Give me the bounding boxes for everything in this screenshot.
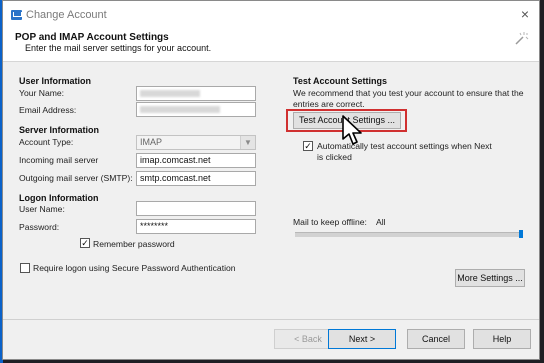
- change-account-dialog: Change Account × POP and IMAP Account Se…: [2, 0, 540, 360]
- spa-label: Require logon using Secure Password Auth…: [33, 263, 236, 273]
- outlook-mail-icon: [11, 10, 22, 20]
- offline-slider-thumb[interactable]: [519, 230, 523, 238]
- test-settings-heading: Test Account Settings: [293, 76, 388, 86]
- auto-test-label-line2: is clicked: [317, 152, 352, 162]
- auto-test-checkbox[interactable]: ✓: [303, 141, 313, 151]
- redacted-text: [140, 106, 220, 113]
- offline-value: All: [376, 217, 386, 227]
- logon-info-heading: Logon Information: [19, 193, 99, 203]
- password-label: Password:: [19, 222, 60, 232]
- test-description-line1: We recommend that you test your account …: [293, 88, 524, 98]
- close-button[interactable]: ×: [521, 7, 529, 21]
- next-button[interactable]: Next >: [328, 329, 396, 349]
- email-label: Email Address:: [19, 105, 77, 115]
- chevron-down-icon: ▼: [240, 136, 255, 149]
- account-type-label: Account Type:: [19, 137, 74, 147]
- account-type-select[interactable]: IMAP ▼: [136, 135, 256, 150]
- offline-slider[interactable]: [295, 232, 523, 237]
- more-settings-button[interactable]: More Settings ...: [455, 269, 525, 287]
- outgoing-server-field[interactable]: smtp.comcast.net: [136, 171, 256, 186]
- email-field[interactable]: [136, 102, 256, 117]
- incoming-server-label: Incoming mail server: [19, 155, 99, 165]
- dialog-header: POP and IMAP Account Settings Enter the …: [3, 29, 539, 62]
- mouse-pointer-icon: [341, 115, 365, 149]
- remember-password-checkbox[interactable]: ✓: [80, 238, 90, 248]
- title-bar: Change Account ×: [3, 1, 539, 29]
- page-title: POP and IMAP Account Settings: [15, 32, 169, 43]
- spa-checkbox[interactable]: [20, 263, 30, 273]
- your-name-label: Your Name:: [19, 88, 65, 98]
- offline-label: Mail to keep offline:: [293, 217, 367, 227]
- username-label: User Name:: [19, 204, 65, 214]
- cancel-button[interactable]: Cancel: [407, 329, 465, 349]
- page-subtitle: Enter the mail server settings for your …: [25, 43, 212, 53]
- divider: [3, 319, 539, 320]
- wizard-sparkle-icon: [513, 31, 529, 47]
- remember-password-label: Remember password: [93, 239, 175, 249]
- account-type-value: IMAP: [140, 137, 163, 147]
- test-description-line2: entries are correct.: [293, 99, 365, 109]
- password-field[interactable]: ********: [136, 219, 256, 234]
- your-name-field[interactable]: [136, 86, 256, 101]
- username-field[interactable]: [136, 201, 256, 216]
- incoming-server-field[interactable]: imap.comcast.net: [136, 153, 256, 168]
- outgoing-server-label: Outgoing mail server (SMTP):: [19, 173, 133, 183]
- server-info-heading: Server Information: [19, 125, 100, 135]
- redacted-text: [140, 90, 200, 97]
- user-info-heading: User Information: [19, 76, 92, 86]
- window-title: Change Account: [26, 9, 107, 21]
- help-button[interactable]: Help: [473, 329, 531, 349]
